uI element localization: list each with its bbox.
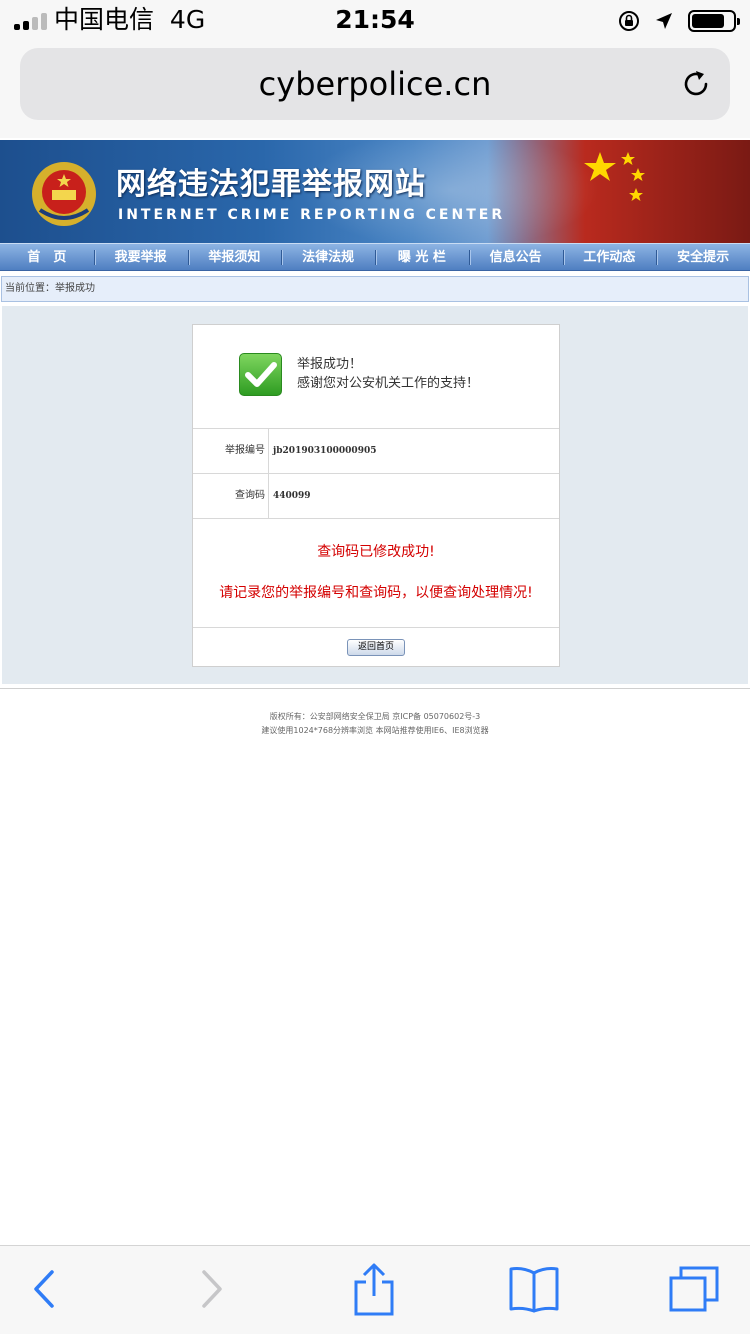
nav-announcements[interactable]: 信息公告 [468, 244, 563, 270]
back-nav-button[interactable] [14, 1264, 74, 1314]
nav-home[interactable]: 首 页 [0, 244, 94, 270]
bookmarks-button[interactable] [504, 1264, 564, 1314]
checkmark-icon [239, 353, 282, 396]
footer-divider [0, 688, 750, 689]
battery-icon [688, 10, 740, 32]
forward-nav-button[interactable] [182, 1264, 242, 1314]
share-icon [354, 1263, 394, 1316]
tabs-button[interactable] [664, 1264, 724, 1314]
record-reminder-notice: 请记录您的举报编号和查询码，以便查询处理情况! [219, 585, 533, 601]
nav-laws[interactable]: 法律法规 [281, 244, 375, 270]
flag-stars-graphic [584, 152, 645, 201]
nav-guidelines[interactable]: 举报须知 [187, 244, 282, 270]
breadcrumb: 当前位置：举报成功 [1, 276, 749, 302]
nav-exposure[interactable]: 曝 光 栏 [375, 244, 469, 270]
tabs-icon [669, 1266, 719, 1312]
browser-address-area: cyberpolice.cn [0, 40, 750, 138]
status-bar: 中国电信 4G 21:54 [0, 0, 750, 40]
report-number-row: 举报编号 jb201903100000905 [193, 429, 559, 474]
footer-browser-note: 建议使用1024*768分辨率浏览 本网站推荐使用IE6、IE8浏览器 [261, 726, 489, 735]
result-card: 举报成功！ 感谢您对公安机关工作的支持！ 举报编号 jb201903100000… [192, 324, 560, 667]
report-number-label: 举报编号 [193, 429, 269, 473]
share-button[interactable] [344, 1263, 404, 1316]
site-banner: 网络违法犯罪举报网站 INTERNET CRIME REPORTING CENT… [0, 140, 750, 243]
query-code-row: 查询码 440099 [193, 474, 559, 519]
success-section: 举报成功！ 感谢您对公安机关工作的支持！ [193, 325, 559, 429]
nav-work-news[interactable]: 工作动态 [562, 244, 657, 270]
chevron-right-icon [202, 1270, 222, 1308]
police-emblem-icon [32, 162, 96, 226]
address-bar[interactable]: cyberpolice.cn [20, 48, 730, 120]
location-arrow-icon [656, 13, 672, 29]
success-title: 举报成功！ [297, 357, 363, 372]
nav-report[interactable]: 我要举报 [93, 244, 188, 270]
site-title: 网络违法犯罪举报网站 [116, 167, 426, 202]
query-code-value: 440099 [273, 491, 311, 501]
book-icon [509, 1267, 559, 1313]
nav-security-tips[interactable]: 安全提示 [656, 244, 750, 270]
report-number-value: jb201903100000905 [273, 446, 377, 456]
url-text[interactable]: cyberpolice.cn [20, 66, 730, 102]
site-nav: 首 页 我要举报 举报须知 法律法规 曝 光 栏 信息公告 工作动态 安全提示 [0, 243, 750, 271]
site-subtitle: INTERNET CRIME REPORTING CENTER [118, 207, 506, 223]
back-home-button[interactable]: 返回首页 [347, 639, 405, 656]
query-code-label: 查询码 [193, 474, 269, 518]
reload-icon[interactable] [680, 68, 712, 100]
orientation-lock-icon [619, 11, 639, 31]
query-code-updated-notice: 查询码已修改成功! [317, 544, 435, 560]
chevron-left-icon [34, 1270, 54, 1308]
success-thanks: 感谢您对公安机关工作的支持！ [297, 376, 480, 391]
button-row: 返回首页 [193, 627, 559, 667]
browser-toolbar [0, 1245, 750, 1334]
footer-copyright: 版权所有：公安部网络安全保卫局 京ICP备 05070602号-3 [269, 712, 481, 721]
